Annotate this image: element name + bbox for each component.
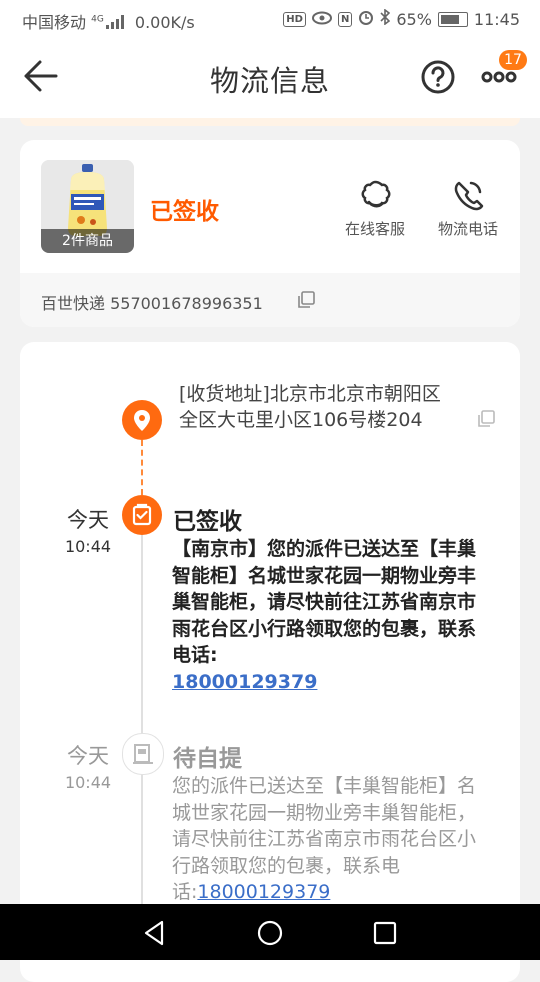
phone-icon <box>454 181 484 211</box>
event-title: 待自提 <box>173 746 242 772</box>
app-header: 物流信息 17 <box>0 36 540 118</box>
network-type: 4G <box>91 14 104 25</box>
event-time: 10:44 <box>64 537 112 556</box>
item-count-label: 2件商品 <box>41 229 134 253</box>
express-row: 百世快递 557001678996351 <box>20 273 520 327</box>
delivery-address: [收货地址]北京市北京市朝阳区全区大屯里小区106号楼204 <box>179 383 441 431</box>
status-right: HD N 65% 11:45 <box>283 8 520 29</box>
location-pin-icon <box>122 400 162 440</box>
customer-service-icon <box>361 180 391 208</box>
online-service-button[interactable]: 在线客服 <box>340 178 410 239</box>
timeline-line <box>141 535 143 905</box>
copy-icon <box>478 410 495 427</box>
online-service-label: 在线客服 <box>344 220 405 238</box>
event-day: 今天 <box>67 508 109 532</box>
event-text: 【南京市】您的派件已送达至【丰巢智能柜】名城世家花园一期物业旁丰巢智能柜，请尽快… <box>172 538 477 666</box>
nfc-icon: N <box>337 11 353 27</box>
event-description: 【南京市】您的派件已送达至【丰巢智能柜】名城世家花园一期物业旁丰巢智能柜，请尽快… <box>172 536 487 695</box>
clock: 11:45 <box>473 9 520 29</box>
battery-percent: 65% <box>396 9 432 29</box>
help-button[interactable] <box>421 60 455 94</box>
signal-icon <box>105 15 124 29</box>
nav-recents-button[interactable] <box>370 918 400 948</box>
order-card: 2件商品 已签收 在线客服 物流电话 百世快递 557001678996351 <box>20 140 520 327</box>
network-speed: 0.00K/s <box>134 13 195 32</box>
pickup-locker-icon <box>122 733 164 775</box>
more-dots-icon <box>481 71 517 83</box>
nav-back-button[interactable] <box>140 918 170 948</box>
battery-icon <box>437 11 468 27</box>
product-thumbnail[interactable]: 2件商品 <box>41 160 134 253</box>
eye-icon <box>311 10 332 29</box>
express-number: 百世快递 557001678996351 <box>41 294 263 313</box>
more-button[interactable] <box>481 68 517 86</box>
event-day: 今天 <box>67 744 109 768</box>
contact-phone-link[interactable]: 18000129379 <box>197 881 330 903</box>
status-left: 中国移动 4G 0.00K/s <box>22 9 195 33</box>
triangle-back-icon <box>144 920 164 946</box>
alarm-icon <box>358 9 374 29</box>
event-time: 10:44 <box>64 773 112 792</box>
hd-icon: HD <box>283 11 306 27</box>
status-bar: 中国移动 4G 0.00K/s HD N 65% 11:45 <box>0 0 540 36</box>
circle-home-icon <box>257 920 283 946</box>
copy-icon <box>298 291 315 308</box>
logistics-phone-label: 物流电话 <box>437 220 498 238</box>
system-nav-bar <box>0 904 540 960</box>
bluetooth-icon <box>380 8 391 29</box>
event-description: 您的派件已送达至【丰巢智能柜】名城世家花园一期物业旁丰巢智能柜，请尽快前往江苏省… <box>172 773 487 906</box>
square-recents-icon <box>373 921 397 945</box>
delivery-status: 已签收 <box>150 199 219 225</box>
event-title: 已签收 <box>173 509 242 535</box>
nav-home-button[interactable] <box>255 918 285 948</box>
notice-strip <box>20 118 520 126</box>
timeline-dash <box>141 440 143 495</box>
signed-package-icon <box>122 495 162 535</box>
copy-address-button[interactable] <box>476 409 496 433</box>
help-icon <box>421 60 455 94</box>
contact-phone-link[interactable]: 18000129379 <box>172 671 317 693</box>
message-badge: 17 <box>499 50 527 70</box>
page-title: 物流信息 <box>209 64 330 98</box>
copy-tracking-button[interactable] <box>296 290 316 314</box>
carrier-name: 中国移动 <box>22 13 87 32</box>
logistics-phone-button[interactable]: 物流电话 <box>428 178 508 239</box>
